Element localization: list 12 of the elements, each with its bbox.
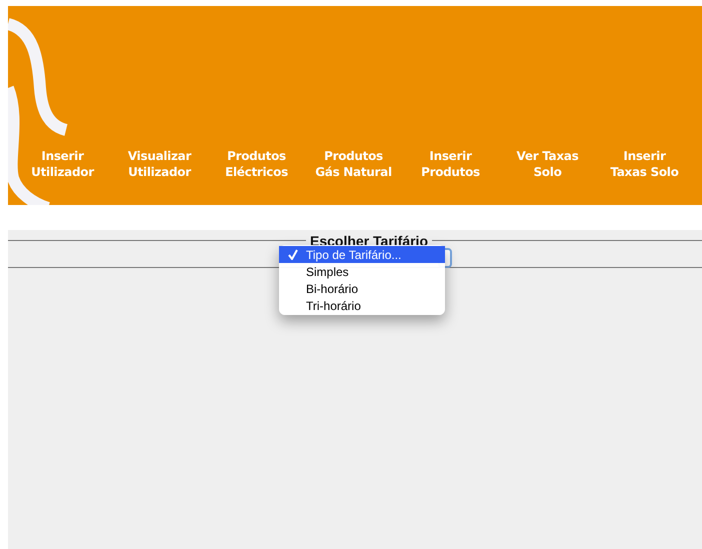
nav-link[interactable]: Visualizar Utilizador bbox=[111, 148, 208, 180]
nav-link[interactable]: Produtos Eléctricos bbox=[208, 148, 305, 180]
menu-option[interactable]: Tri-horário bbox=[279, 297, 445, 314]
nav-link[interactable]: Inserir Utilizador bbox=[14, 148, 111, 180]
nav-link[interactable]: Produtos Gás Natural bbox=[305, 148, 402, 180]
menu-option[interactable]: Tipo de Tarifário... bbox=[279, 246, 445, 263]
nav-link[interactable]: Inserir Taxas Solo bbox=[596, 148, 693, 180]
menu-option[interactable]: Simples bbox=[279, 263, 445, 280]
check-icon bbox=[288, 249, 298, 260]
menu-option[interactable]: Bi-horário bbox=[279, 280, 445, 297]
nav-link[interactable]: Inserir Produtos bbox=[402, 148, 499, 180]
nav-link[interactable]: Ver Taxas Solo bbox=[499, 148, 596, 180]
